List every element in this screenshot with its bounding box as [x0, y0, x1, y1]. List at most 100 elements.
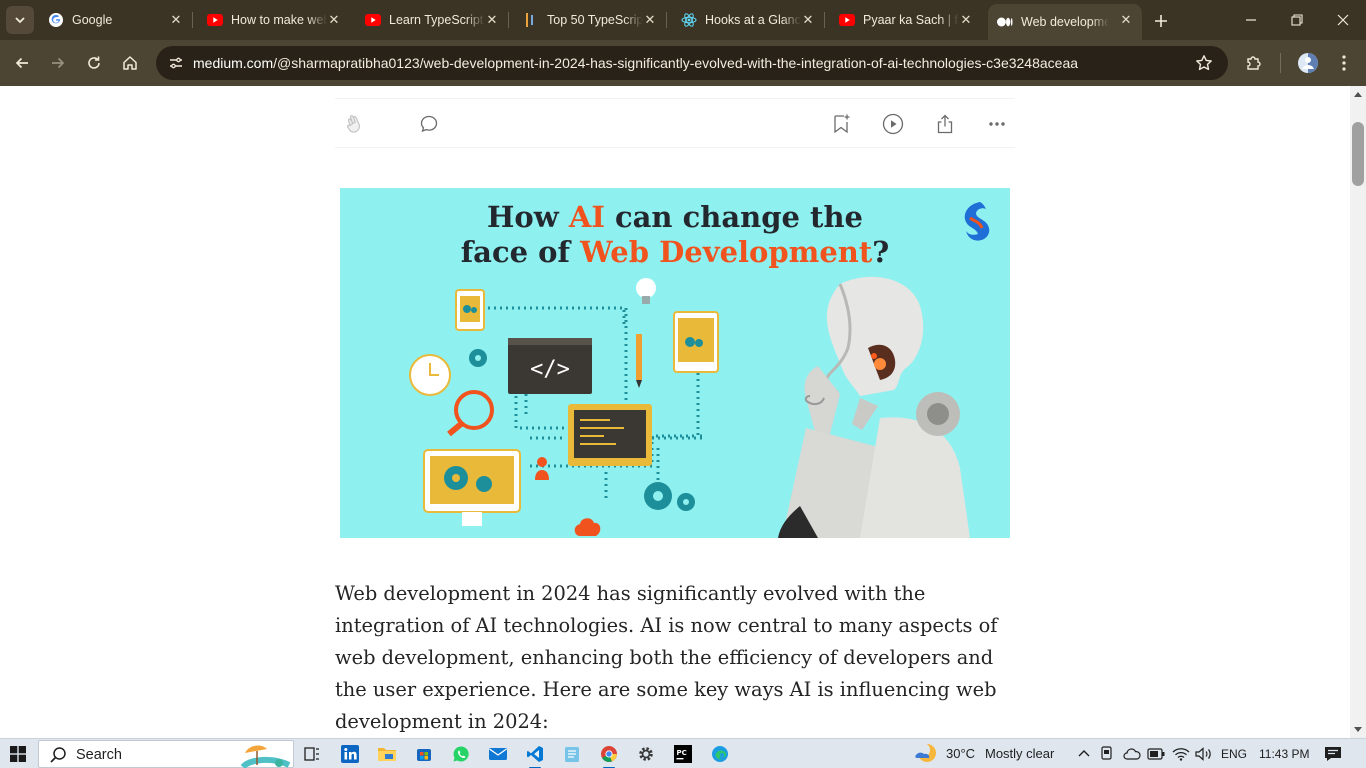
back-button[interactable]: [8, 49, 36, 77]
listen-button[interactable]: [881, 112, 905, 136]
chevron-down-icon: [15, 17, 25, 24]
tab-youtube-1[interactable]: How to make website ✕: [198, 0, 350, 40]
home-button[interactable]: [116, 49, 144, 77]
tab-medium-active[interactable]: Web development ✕: [988, 4, 1142, 40]
folder-icon: [378, 748, 396, 761]
article-hero-image: How AI can change the face of Web Develo…: [340, 188, 1010, 538]
more-vertical-icon: [1342, 55, 1346, 71]
onedrive-cloud-icon[interactable]: [1123, 747, 1141, 761]
address-bar[interactable]: medium.com/@sharmapratibha0123/web-devel…: [156, 46, 1228, 80]
reload-icon: [88, 56, 100, 69]
share-icon: [937, 114, 953, 134]
react-icon: [681, 12, 697, 28]
search-icon: [50, 747, 66, 763]
restore-icon: [1291, 14, 1303, 26]
browser-menu-button[interactable]: [1330, 49, 1358, 77]
chevron-up-icon[interactable]: [1077, 747, 1091, 761]
clap-button[interactable]: [343, 112, 367, 136]
more-options-button[interactable]: [985, 112, 1009, 136]
scroll-thumb[interactable]: [1352, 122, 1364, 186]
svg-text:PC: PC: [677, 749, 687, 757]
restore-button[interactable]: [1274, 0, 1320, 40]
tab-youtube-3[interactable]: Pyaar ka Sach | f ✕: [830, 0, 982, 40]
linkedin-icon: [341, 745, 359, 763]
scroll-up-button[interactable]: [1350, 86, 1366, 102]
scroll-down-button[interactable]: [1350, 722, 1366, 738]
hero-illustration: </>: [409, 202, 990, 538]
close-icon[interactable]: ✕: [958, 12, 974, 28]
notepad-icon: [565, 747, 579, 762]
forward-button[interactable]: [44, 49, 72, 77]
tab-devto[interactable]: Top 50 TypeScript ✕: [514, 0, 667, 40]
site-settings-icon[interactable]: [164, 51, 188, 75]
arrow-right-icon: [52, 57, 65, 69]
taskbar-chrome[interactable]: [597, 742, 621, 768]
taskbar-notepad[interactable]: [560, 742, 584, 766]
tab-youtube-2[interactable]: Learn TypeScript ✕: [356, 0, 509, 40]
clock-time[interactable]: 11:43 PM: [1259, 747, 1309, 761]
weather-temperature[interactable]: 30°C: [946, 746, 975, 761]
chrome-icon: [601, 746, 617, 762]
close-icon[interactable]: ✕: [168, 12, 184, 28]
tab-title: Google: [72, 13, 113, 27]
input-language[interactable]: ENG: [1221, 747, 1247, 761]
task-view-button[interactable]: [300, 742, 324, 766]
close-icon[interactable]: ✕: [800, 12, 816, 28]
medium-icon: [997, 14, 1013, 30]
article-action-bar: [335, 98, 1015, 148]
new-tab-button[interactable]: [1150, 10, 1172, 32]
google-icon: [48, 12, 64, 28]
close-window-button[interactable]: [1320, 0, 1366, 40]
reload-button[interactable]: [80, 49, 108, 77]
bookmark-star-button[interactable]: [1192, 51, 1216, 75]
close-icon[interactable]: ✕: [1118, 12, 1134, 28]
taskbar-settings[interactable]: [634, 742, 658, 766]
taskbar-file-explorer[interactable]: [375, 742, 399, 766]
taskbar-pycharm[interactable]: PC: [671, 742, 695, 766]
windows-logo-icon: [10, 746, 26, 762]
taskbar-search-label: Search: [76, 747, 122, 763]
mail-icon: [489, 748, 507, 760]
extensions-button[interactable]: [1240, 49, 1268, 77]
wifi-icon[interactable]: [1172, 747, 1190, 761]
weather-moon-icon[interactable]: [914, 741, 938, 765]
taskbar-whatsapp[interactable]: [449, 742, 473, 766]
url-text[interactable]: medium.com/@sharmapratibha0123/web-devel…: [193, 55, 1078, 71]
tab-search-button[interactable]: [6, 6, 34, 34]
taskbar-store[interactable]: [412, 742, 436, 766]
profile-button[interactable]: [1294, 49, 1322, 77]
share-button[interactable]: [933, 112, 957, 136]
code-window-label: </>: [530, 357, 570, 382]
start-button[interactable]: [0, 739, 36, 768]
gear-icon: [639, 747, 653, 761]
windows-taskbar: Search PC 30°C Mostly clear ENG 11:43 PM: [0, 738, 1366, 768]
clap-icon: [347, 115, 361, 133]
close-icon[interactable]: ✕: [642, 12, 658, 28]
taskbar-linkedin[interactable]: [338, 742, 362, 766]
tab-react[interactable]: Hooks at a Glance ✕: [672, 0, 825, 40]
taskbar-search-box[interactable]: Search: [38, 740, 294, 768]
close-icon[interactable]: ✕: [484, 12, 500, 28]
volume-icon[interactable]: [1195, 747, 1213, 761]
avatar: [1298, 53, 1318, 73]
tab-google[interactable]: Google ✕: [40, 0, 193, 40]
notification-icon[interactable]: [1324, 746, 1342, 762]
responses-button[interactable]: [417, 112, 441, 136]
taskbar-edge[interactable]: [708, 742, 732, 766]
tab-title: Pyaar ka Sach | f: [863, 13, 958, 27]
arrow-left-icon: [15, 57, 28, 69]
close-icon[interactable]: ✕: [326, 12, 342, 28]
page-scrollbar[interactable]: [1350, 86, 1366, 738]
taskbar-vscode[interactable]: [523, 742, 547, 768]
whatsapp-icon: [453, 746, 469, 762]
youtube-icon: [839, 12, 855, 28]
save-to-list-button[interactable]: [829, 112, 853, 136]
battery-icon[interactable]: [1147, 748, 1165, 760]
tab-title: How to make website: [231, 13, 327, 27]
weather-description[interactable]: Mostly clear: [985, 746, 1054, 761]
taskbar-mail[interactable]: [486, 742, 510, 766]
minimize-button[interactable]: [1228, 0, 1274, 40]
meet-now-icon[interactable]: [1101, 746, 1115, 762]
vscode-icon: [527, 746, 543, 762]
youtube-icon: [207, 12, 223, 28]
